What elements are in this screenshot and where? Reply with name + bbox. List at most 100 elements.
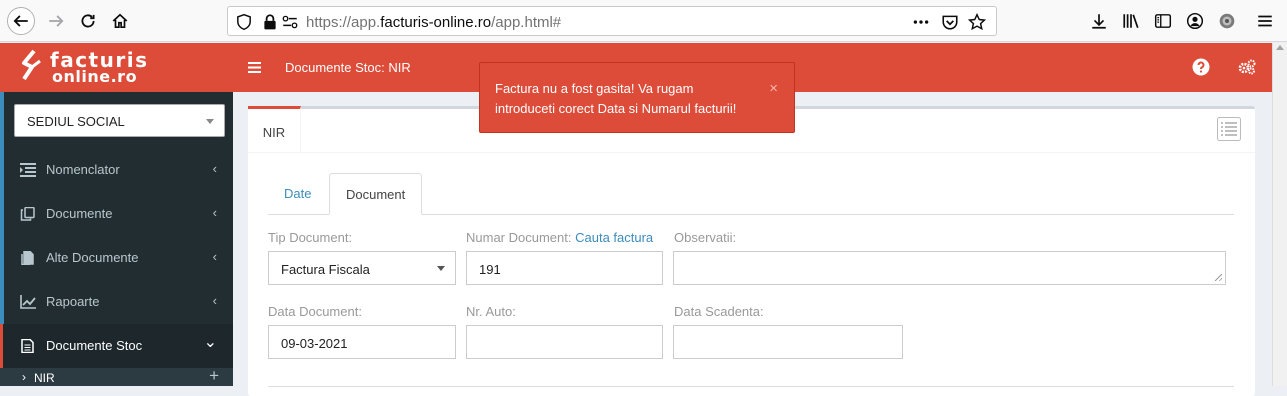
nr-auto-input[interactable] [466, 325, 663, 359]
company-select-value: SEDIUL SOCIAL [27, 114, 125, 129]
data-scadenta-label: Data Scadenta: [674, 304, 764, 319]
page-title: Documente Stoc: NIR [285, 60, 411, 75]
error-toast: Factura nu a fost gasita! Va rugam intro… [479, 62, 795, 133]
bookmark-star-icon[interactable] [968, 13, 986, 31]
sidebar-item-documente[interactable]: Documente ‹ [4, 192, 233, 236]
hamburger-icon [1258, 15, 1272, 27]
sidebar-item-label: Rapoarte [46, 294, 100, 309]
numar-document-value: 191 [479, 262, 501, 277]
arrow-left-icon [13, 15, 28, 27]
numar-document-input[interactable]: 191 [466, 251, 663, 285]
sidebar-item-label: Alte Documente [46, 250, 139, 265]
sidebar-item-label: Documente Stoc [46, 338, 143, 353]
tip-document-label: Tip Document: [268, 230, 353, 245]
sidebar-icon [1154, 14, 1172, 28]
company-select[interactable]: SEDIUL SOCIAL [14, 104, 225, 137]
chevron-left-icon: ‹ [212, 249, 217, 264]
sidebar-toggle-button[interactable] [1152, 10, 1174, 32]
url-bar[interactable]: https://app.facturis-online.ro/app.html# [227, 6, 997, 36]
data-document-label: Data Document: [268, 304, 362, 319]
logo-icon [22, 49, 41, 81]
resize-grip-icon[interactable] [1215, 274, 1222, 281]
tab-document[interactable]: Document [329, 173, 423, 215]
downloads-button[interactable] [1088, 10, 1110, 32]
copy-documents-icon [20, 207, 35, 221]
lock-icon[interactable] [261, 13, 279, 31]
settings-gears-icon[interactable] [1238, 59, 1256, 75]
form-divider [268, 386, 1234, 387]
form-tabs: Date Document [268, 173, 1234, 215]
account-button[interactable] [1184, 10, 1206, 32]
scroll-up-arrow-icon[interactable] [1276, 45, 1284, 50]
chevron-left-icon: ‹ [212, 161, 217, 176]
plus-icon[interactable]: + [209, 366, 219, 386]
back-button[interactable] [7, 7, 35, 35]
browser-toolbar: https://app.facturis-online.ro/app.html# [0, 0, 1287, 42]
panel-tab-nir[interactable]: NIR [248, 106, 301, 152]
logo[interactable]: facturis online.ro [0, 43, 233, 92]
cauta-factura-link[interactable]: Cauta factura [575, 230, 653, 245]
data-document-input[interactable]: 09-03-2021 [268, 325, 456, 359]
tab-date[interactable]: Date [268, 173, 327, 215]
sidebar-item-label: Documente [46, 206, 113, 221]
url-domain: facturis-online.ro [380, 14, 492, 31]
download-icon [1092, 14, 1106, 29]
file-stack-icon [21, 251, 34, 265]
url-prefix: https://app. [306, 14, 381, 31]
url-suffix: /app.html# [491, 14, 562, 31]
data-document-value: 09-03-2021 [281, 336, 348, 351]
home-button[interactable] [106, 7, 134, 35]
chevron-left-icon: ‹ [212, 293, 217, 308]
sidebar-subitem-label: NIR [34, 371, 55, 385]
chevron-down-icon: ⌄ [203, 334, 217, 351]
data-scadenta-input[interactable] [673, 325, 903, 359]
extension-button[interactable] [1216, 10, 1238, 32]
library-icon [1123, 14, 1139, 29]
nr-auto-label: Nr. Auto: [466, 304, 516, 319]
permissions-icon[interactable] [281, 13, 299, 31]
account-icon [1186, 12, 1204, 30]
sidebar-subitem-nir[interactable]: › NIR + [0, 366, 233, 386]
page-scrollbar[interactable] [1272, 43, 1287, 386]
sidebar-item-label: Nomenclator [46, 162, 120, 177]
extension-globe-icon [1219, 13, 1235, 29]
list-view-icon[interactable] [1217, 117, 1241, 141]
arrow-right-icon [49, 15, 64, 27]
select-caret-icon [206, 119, 214, 124]
logo-text-line2: online.ro [52, 67, 138, 86]
home-icon [112, 13, 128, 29]
help-icon[interactable] [1192, 58, 1210, 76]
toast-message: Factura nu a fost gasita! Va rugam intro… [495, 81, 737, 116]
reload-button[interactable] [74, 7, 102, 35]
close-icon[interactable]: × [769, 79, 778, 99]
forward-button[interactable] [42, 7, 70, 35]
numar-document-label-group: Numar Document: Cauta factura [466, 230, 653, 245]
library-button[interactable] [1120, 10, 1142, 32]
pocket-icon[interactable] [941, 13, 959, 31]
menu-toggle-icon[interactable] [248, 61, 261, 74]
menu-button[interactable] [1254, 10, 1276, 32]
select-caret-icon [437, 266, 445, 271]
sidebar-item-documente-stoc[interactable]: Documente Stoc ⌄ [0, 324, 233, 368]
sidebar-item-nomenclator[interactable]: Nomenclator ‹ [4, 148, 233, 192]
chevron-right-icon: › [22, 370, 26, 384]
line-chart-icon [20, 295, 36, 309]
file-text-icon [21, 339, 34, 353]
chevron-left-icon: ‹ [212, 205, 217, 220]
url-text: https://app.facturis-online.ro/app.html# [306, 14, 561, 31]
nir-panel: NIR Date Document Tip Document: Factura … [248, 106, 1255, 396]
numar-document-label: Numar Document: [466, 230, 572, 245]
sidebar: SEDIUL SOCIAL Nomenclator ‹ Documente ‹ … [0, 92, 233, 386]
panel-header-divider [248, 152, 1255, 153]
tip-document-select[interactable]: Factura Fiscala [268, 251, 456, 285]
sidebar-item-rapoarte[interactable]: Rapoarte ‹ [4, 280, 233, 324]
shield-icon[interactable] [235, 13, 253, 31]
reload-icon [81, 14, 95, 28]
sidebar-item-alte-documente[interactable]: Alte Documente ‹ [4, 236, 233, 280]
observatii-label: Observatii: [674, 230, 737, 245]
observatii-textarea[interactable] [673, 251, 1226, 285]
list-indent-icon [20, 163, 36, 177]
panel-tab-label: NIR [262, 125, 286, 140]
tip-document-value: Factura Fiscala [281, 262, 370, 277]
more-actions-icon[interactable] [912, 13, 930, 31]
